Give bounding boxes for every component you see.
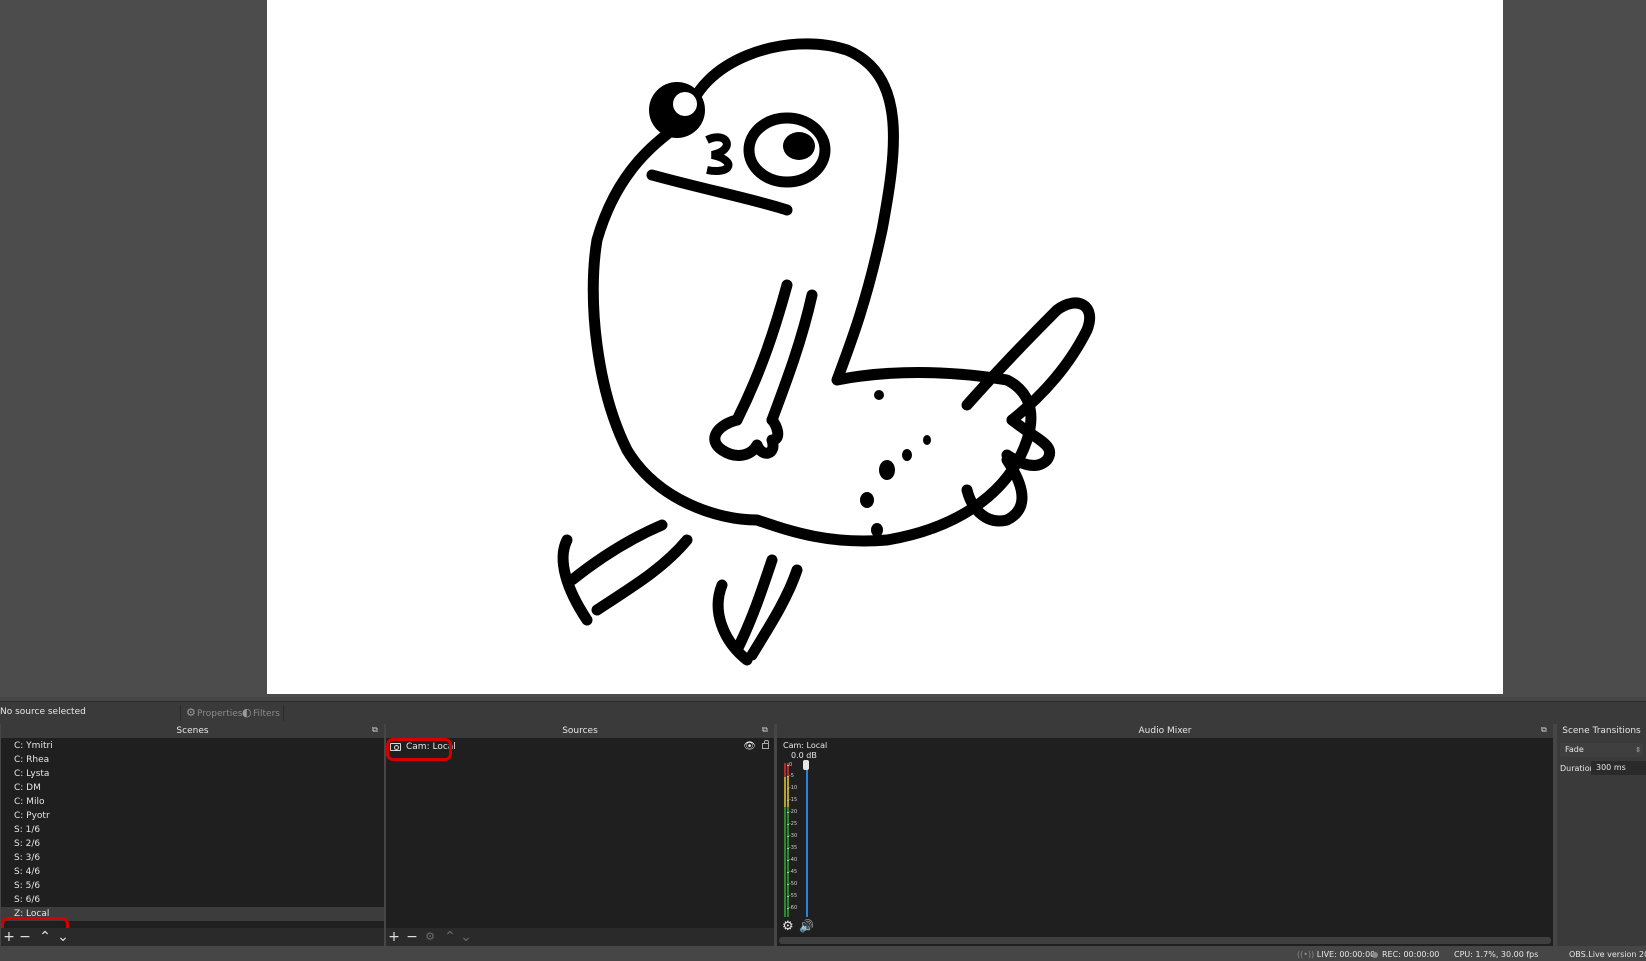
live-time: LIVE: 00:00:00 <box>1316 950 1376 959</box>
source-list: Cam: Local 👁 <box>386 738 774 928</box>
preview-area <box>0 0 1646 697</box>
volume-fader-handle[interactable] <box>803 760 809 770</box>
properties-label: Properties <box>197 709 243 719</box>
gear-icon: ⚙ <box>186 706 196 719</box>
rec-time: REC: 00:00:00 <box>1382 950 1440 959</box>
meter-tick: -60 <box>786 905 798 911</box>
audio-mixer-title: Audio Mixer <box>777 724 1553 738</box>
move-source-up-button[interactable]: ⌃ <box>442 929 458 945</box>
version-label: OBS.Live version 20.1 <box>1569 950 1646 959</box>
duration-label: Duration <box>1560 764 1595 773</box>
source-properties-button[interactable]: ⚙ <box>422 929 438 945</box>
transition-selected-value: Fade <box>1565 745 1584 754</box>
audio-mixer-dock: Audio Mixer ⧉ Cam: Local 0.0 dB 0 -5 -10… <box>777 724 1553 946</box>
meter-tick: -25 <box>786 821 798 827</box>
remove-scene-button[interactable]: − <box>17 929 33 945</box>
sources-toolbar: + − ⚙ ⌃ ⌄ <box>386 928 774 946</box>
undock-icon[interactable]: ⧉ <box>372 726 379 734</box>
mixer-channel-name: Cam: Local <box>783 741 828 750</box>
scene-list: C: Ymitri C: Rhea C: Lysta C: DM C: Milo… <box>1 739 384 939</box>
scene-transitions-title: Scene Transitions <box>1557 724 1646 738</box>
sources-dock: Sources ⧉ Cam: Local 👁 + − ⚙ ⌃ ⌄ <box>386 724 774 946</box>
meter-tick: 0 <box>786 762 793 768</box>
lock-icon[interactable] <box>762 740 769 749</box>
scene-item[interactable]: C: Ymitri <box>1 739 384 753</box>
move-scene-up-button[interactable]: ⌃ <box>37 929 53 945</box>
obs-main-window: No source selected ⚙Properties ◐Filters … <box>0 0 1646 961</box>
preview-canvas[interactable] <box>267 0 1503 694</box>
filter-icon: ◐ <box>242 706 252 719</box>
duration-field[interactable]: 300 ms <box>1591 761 1646 775</box>
add-scene-button[interactable]: + <box>1 929 17 945</box>
status-bar: ((•)) LIVE: 00:00:00 REC: 00:00:00 CPU: … <box>0 947 1646 961</box>
scene-transitions-dock: Scene Transitions Fade ⇳ Duration 300 ms <box>1557 724 1646 946</box>
context-divider <box>283 705 284 721</box>
scene-item[interactable]: C: Lysta <box>1 767 384 781</box>
mixer-horizontal-scrollbar[interactable] <box>779 937 1551 944</box>
properties-button[interactable]: ⚙Properties <box>184 705 242 721</box>
filters-button[interactable]: ◐Filters <box>240 705 280 721</box>
eye-icon[interactable]: 👁 <box>743 739 756 755</box>
scene-item[interactable]: C: Pyotr <box>1 809 384 823</box>
gear-icon[interactable]: ⚙ <box>782 919 794 934</box>
scenes-title: Scenes <box>1 724 384 738</box>
scene-item[interactable]: S: 2/6 <box>1 837 384 851</box>
add-source-button[interactable]: + <box>386 929 402 945</box>
record-icon <box>1372 952 1378 958</box>
move-scene-down-button[interactable]: ⌄ <box>55 929 71 945</box>
meter-tick: -40 <box>786 857 798 863</box>
rec-status: REC: 00:00:00 <box>1372 950 1439 959</box>
preview-character-image <box>557 38 1096 666</box>
broadcast-icon: ((•)) <box>1297 950 1315 959</box>
undock-icon[interactable]: ⧉ <box>1541 726 1548 734</box>
undock-icon[interactable]: ⧉ <box>762 726 769 734</box>
mixer-db-value: 0.0 dB <box>791 751 817 760</box>
remove-source-button[interactable]: − <box>404 929 420 945</box>
meter-scale: 0 -5 -10 -15 -20 -25 -30 -35 -40 -45 -50… <box>786 762 803 917</box>
scene-item[interactable]: S: 3/6 <box>1 851 384 865</box>
move-source-down-button[interactable]: ⌄ <box>458 929 474 945</box>
meter-tick: -15 <box>786 797 798 803</box>
volume-fader-track[interactable] <box>806 763 808 917</box>
meter-tick: -5 <box>787 773 794 779</box>
mixer-channel: Cam: Local 0.0 dB 0 -5 -10 -15 -20 -25 -… <box>777 739 1553 946</box>
spin-arrows-icon: ⇳ <box>1635 746 1641 754</box>
live-status: ((•)) LIVE: 00:00:00 <box>1297 950 1375 959</box>
scene-item[interactable]: S: 1/6 <box>1 823 384 837</box>
scene-item[interactable]: C: DM <box>1 781 384 795</box>
no-source-selected-label: No source selected <box>0 707 86 717</box>
meter-tick: -45 <box>786 869 798 875</box>
meter-tick: -55 <box>786 893 798 899</box>
scenes-toolbar: + − ⌃ ⌄ <box>1 928 384 946</box>
scene-item[interactable]: C: Rhea <box>1 753 384 767</box>
meter-tick: -10 <box>786 785 798 791</box>
context-divider <box>180 705 181 721</box>
meter-tick: -50 <box>786 881 798 887</box>
scene-item[interactable]: S: 5/6 <box>1 879 384 893</box>
sources-title: Sources <box>386 724 774 738</box>
speaker-icon[interactable]: 🔊 <box>799 919 814 933</box>
meter-tick: -35 <box>786 845 798 851</box>
scenes-dock: Scenes ⧉ C: Ymitri C: Rhea C: Lysta C: D… <box>1 724 384 946</box>
transition-select[interactable]: Fade ⇳ <box>1560 743 1643 757</box>
cpu-status: CPU: 1.7%, 30.00 fps <box>1454 950 1539 959</box>
meter-tick: -30 <box>786 833 798 839</box>
meter-tick: -20 <box>786 809 798 815</box>
context-bar: No source selected ⚙Properties ◐Filters <box>0 701 1646 724</box>
scene-item[interactable]: S: 6/6 <box>1 893 384 907</box>
filters-label: Filters <box>253 709 280 719</box>
scene-item[interactable]: S: 4/6 <box>1 865 384 879</box>
scene-item[interactable]: C: Milo <box>1 795 384 809</box>
source-highlight-ring <box>386 738 452 761</box>
